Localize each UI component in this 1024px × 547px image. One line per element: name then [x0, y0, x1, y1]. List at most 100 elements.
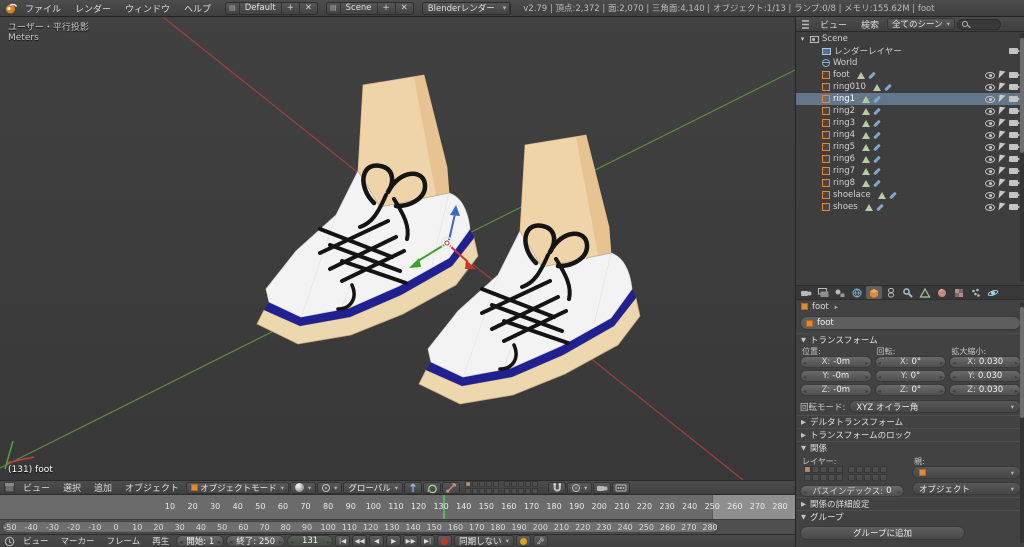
layer-cell[interactable] — [504, 487, 511, 494]
menu-view3d-select[interactable]: 選択 — [57, 481, 87, 494]
layer-cell[interactable] — [836, 474, 843, 481]
breadcrumb-label[interactable]: foot — [812, 302, 829, 312]
prev-keyframe-button[interactable]: ◀◀ — [352, 535, 368, 547]
snap-toggle-button[interactable] — [548, 481, 567, 494]
selectability-arrow-icon[interactable] — [998, 106, 1006, 116]
screen-layout-selector[interactable]: ▤ Default + ✕ — [225, 1, 318, 15]
properties-scrollbar[interactable] — [1020, 302, 1024, 543]
outliner-row[interactable]: ring2 — [796, 105, 1020, 117]
outliner-row[interactable]: ring010 — [796, 81, 1020, 93]
layout-browse-icon[interactable]: ▤ — [226, 2, 240, 14]
layer-cell[interactable] — [812, 474, 819, 481]
layer-cell[interactable] — [486, 487, 493, 494]
tab-scene[interactable] — [832, 286, 848, 299]
menu-file[interactable]: ファイル — [19, 2, 67, 15]
tab-particles[interactable] — [968, 286, 984, 299]
manipulator-rotate-button[interactable] — [423, 481, 442, 494]
layer-cell[interactable] — [820, 466, 827, 473]
outliner-item-label[interactable]: ring7 — [833, 166, 855, 176]
outliner-item-label[interactable]: ring6 — [833, 154, 855, 164]
layer-cell[interactable] — [479, 487, 486, 494]
render-engine-dropdown[interactable]: Blenderレンダー ▾ — [421, 1, 512, 15]
outliner-search-input[interactable] — [956, 18, 1001, 30]
opengl-render-anim-button[interactable] — [612, 481, 631, 494]
scene-name[interactable]: Scene — [341, 3, 377, 14]
menu-timeline-marker[interactable]: マーカー — [56, 535, 100, 547]
outliner-item-label[interactable]: レンダーレイヤー — [834, 45, 902, 57]
layer-cell[interactable] — [532, 480, 539, 487]
layer-cell[interactable] — [465, 487, 472, 494]
renderability-camera-icon[interactable] — [1009, 180, 1020, 186]
tab-render-layers[interactable] — [815, 286, 831, 299]
visibility-eye-icon[interactable] — [985, 83, 995, 91]
outliner-item-label[interactable]: ring1 — [833, 94, 855, 104]
panel-groups-header[interactable]: ▼ グループ — [796, 510, 1024, 523]
outliner-item-label[interactable]: ring3 — [833, 118, 855, 128]
layer-cell[interactable] — [828, 474, 835, 481]
expander-icon[interactable]: ▾ — [798, 35, 807, 43]
selectability-arrow-icon[interactable] — [998, 118, 1006, 128]
outliner-row[interactable]: ring8 — [796, 177, 1020, 189]
tab-material[interactable] — [934, 286, 950, 299]
manipulator-scale-button[interactable] — [442, 481, 461, 494]
tab-physics[interactable] — [985, 286, 1001, 299]
renderability-camera-icon[interactable] — [1009, 48, 1020, 54]
location-x-field[interactable]: ◂ X: -0m ▸ — [800, 356, 872, 368]
visibility-eye-icon[interactable] — [985, 179, 995, 187]
frame-start-field[interactable]: ◂ 開始: 1 ▸ — [176, 535, 225, 547]
outliner-item-label[interactable]: Scene — [822, 34, 848, 44]
visibility-eye-icon[interactable] — [985, 119, 995, 127]
layer-cell[interactable] — [504, 480, 511, 487]
layer-cell[interactable] — [486, 480, 493, 487]
menu-help[interactable]: ヘルプ — [178, 2, 217, 15]
outliner-row[interactable]: shoes — [796, 201, 1020, 213]
layer-cell[interactable] — [472, 480, 479, 487]
outliner-row[interactable]: World — [796, 57, 1020, 69]
selectability-arrow-icon[interactable] — [998, 154, 1006, 164]
outliner-editor-icon[interactable] — [799, 18, 812, 30]
outliner-item-label[interactable]: World — [833, 58, 857, 68]
insert-keyframe-button[interactable]: 🗝 — [532, 535, 548, 547]
layout-add-button[interactable]: + — [280, 2, 299, 14]
menu-timeline-view[interactable]: ビュー — [18, 535, 54, 547]
scene-add-button[interactable]: + — [376, 2, 395, 14]
timeline-scrollbar[interactable]: -50 -40 -30 -20 -10 0 10 20 30 40 50 60 70 80 90 100 110… — [0, 519, 795, 534]
layer-cell[interactable] — [812, 466, 819, 473]
scale-z-field[interactable]: ◂ Z: 0.030 ▸ — [949, 384, 1022, 396]
selectability-arrow-icon[interactable] — [998, 178, 1006, 188]
layer-cell[interactable] — [848, 466, 855, 473]
layer-cell[interactable] — [518, 480, 525, 487]
editor-type-icon[interactable] — [3, 482, 16, 494]
selectability-arrow-icon[interactable] — [998, 142, 1006, 152]
visibility-eye-icon[interactable] — [985, 143, 995, 151]
menu-outliner-view[interactable]: ビュー — [814, 18, 853, 31]
layer-cell[interactable] — [804, 466, 811, 473]
jump-to-start-button[interactable]: |◀ — [335, 535, 351, 547]
layer-cell[interactable] — [493, 480, 500, 487]
outliner-row[interactable]: レンダーレイヤー — [796, 45, 1020, 57]
selectability-arrow-icon[interactable] — [998, 166, 1006, 176]
layer-cell[interactable] — [856, 466, 863, 473]
scene-browse-icon[interactable]: ▤ — [327, 2, 341, 14]
renderability-camera-icon[interactable] — [1009, 204, 1020, 210]
viewport-3d[interactable]: ユーザー・平行投影 Meters (131) foot — [0, 17, 795, 480]
visibility-eye-icon[interactable] — [985, 203, 995, 211]
parent-object-selector[interactable]: ▾ — [912, 466, 1021, 479]
layer-cell[interactable] — [848, 474, 855, 481]
timeline-region[interactable]: 10 20 30 40 50 60 70 80 90 100 110 120 130 140 150 160 1… — [0, 495, 795, 519]
panel-relations-extras-header[interactable]: ▶ 関係の詳細設定 — [796, 497, 1024, 510]
outliner-item-label[interactable]: ring2 — [833, 106, 855, 116]
keying-set-button[interactable] — [515, 535, 531, 547]
tab-world[interactable] — [849, 286, 865, 299]
menu-view3d-view[interactable]: ビュー — [17, 481, 56, 494]
outliner-item-label[interactable]: ring4 — [833, 130, 855, 140]
renderability-camera-icon[interactable] — [1009, 192, 1020, 198]
rotation-mode-dropdown[interactable]: XYZ オイラー角 ▾ — [849, 400, 1021, 413]
selectability-arrow-icon[interactable] — [998, 82, 1006, 92]
panel-transform-locks-header[interactable]: ▶ トランスフォームのロック — [796, 428, 1024, 441]
layer-cell[interactable] — [804, 474, 811, 481]
manipulator-translate-button[interactable] — [404, 481, 423, 494]
visibility-eye-icon[interactable] — [985, 71, 995, 79]
layer-cell[interactable] — [525, 487, 532, 494]
outliner-item-label[interactable]: foot — [833, 70, 850, 80]
